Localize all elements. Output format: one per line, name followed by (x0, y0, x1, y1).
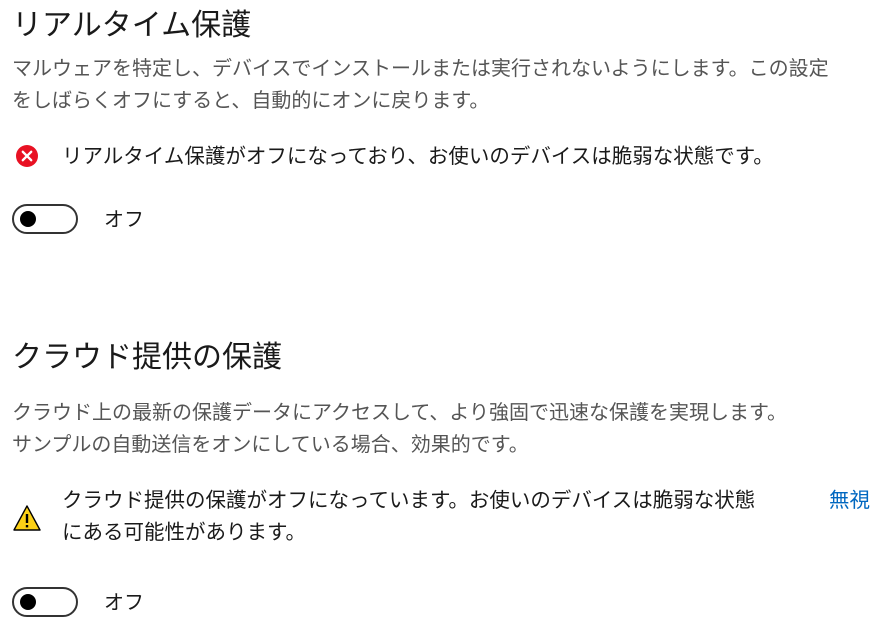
description-line: をしばらくオフにすると、自動的にオンに戻ります。 (12, 88, 490, 112)
cloud-status-text: クラウド提供の保護がオフになっています。お使いのデバイスは脆弱な状態 にある可能… (62, 484, 755, 548)
realtime-protection-status: リアルタイム保護がオフになっており、お使いのデバイスは脆弱な状態です。 (12, 140, 774, 172)
cloud-protection-title: クラウド提供の保護 (12, 340, 282, 375)
realtime-protection-title: リアルタイム保護 (12, 8, 252, 43)
status-text-line: クラウド提供の保護がオフになっています。お使いのデバイスは脆弱な状態 (62, 488, 756, 512)
toggle-knob (20, 594, 36, 610)
realtime-toggle-label: オフ (104, 207, 144, 231)
description-line: サンプルの自動送信をオンにしている場合、効果的です。 (12, 432, 529, 456)
realtime-status-text: リアルタイム保護がオフになっており、お使いのデバイスは脆弱な状態です。 (62, 144, 774, 168)
dismiss-link[interactable]: 無視 (829, 484, 870, 516)
realtime-toggle-row: オフ (12, 204, 144, 234)
error-circle-icon (12, 140, 42, 170)
realtime-protection-toggle[interactable] (12, 204, 78, 234)
cloud-toggle-row: オフ (12, 587, 144, 617)
cloud-protection-description: クラウド上の最新の保護データにアクセスして、より強固で迅速な保護を実現します。 … (12, 396, 872, 460)
cloud-toggle-label: オフ (104, 590, 144, 614)
cloud-protection-toggle[interactable] (12, 587, 78, 617)
description-line: マルウェアを特定し、デバイスでインストールまたは実行されないようにします。この設… (12, 56, 829, 80)
description-line: クラウド上の最新の保護データにアクセスして、より強固で迅速な保護を実現します。 (12, 400, 787, 424)
toggle-knob (20, 211, 36, 227)
status-text-line: にある可能性があります。 (62, 520, 306, 544)
realtime-protection-description: マルウェアを特定し、デバイスでインストールまたは実行されないようにします。この設… (12, 52, 872, 116)
cloud-protection-status: クラウド提供の保護がオフになっています。お使いのデバイスは脆弱な状態 にある可能… (12, 484, 755, 548)
warning-triangle-icon (12, 503, 42, 533)
